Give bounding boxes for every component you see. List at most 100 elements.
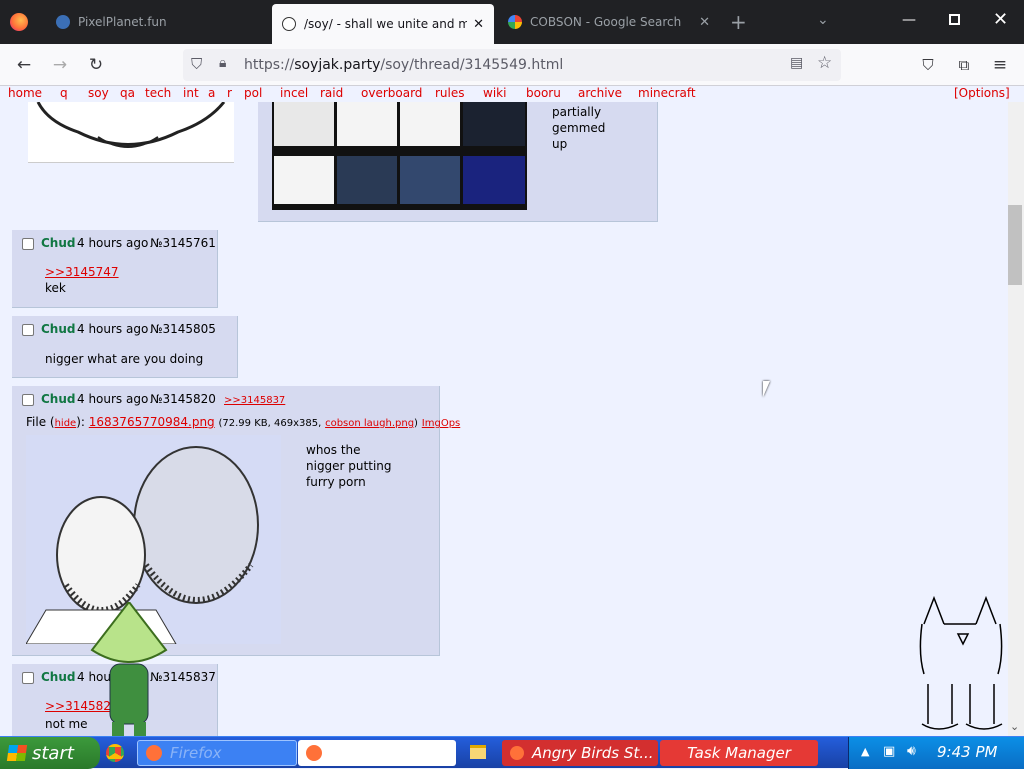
maximize-button[interactable] — [949, 14, 960, 25]
tab-cobson-search[interactable]: COBSON - Google Search ✕ — [498, 0, 720, 44]
post-3145820: Chud 4 hours ago №3145820 >>3145837 File… — [12, 386, 460, 656]
post-number[interactable]: №3145820 — [150, 392, 216, 406]
vertical-scrollbar[interactable] — [1008, 102, 1024, 736]
post-checkbox[interactable] — [22, 672, 34, 684]
file-explorer-icon[interactable] — [470, 745, 486, 759]
nav-pol[interactable]: pol — [244, 86, 262, 100]
chrome-quicklaunch-icon[interactable] — [106, 744, 124, 762]
soyjak-drawing — [36, 102, 226, 148]
file-link[interactable]: 1683765770984.png — [89, 415, 215, 429]
reader-view-icon[interactable]: ▤ — [790, 55, 803, 71]
scroll-down-arrow-icon[interactable]: ⌄ — [1010, 720, 1019, 733]
start-button[interactable]: start — [0, 737, 100, 769]
forward-button[interactable]: → — [48, 53, 72, 77]
post-checkbox[interactable] — [22, 394, 34, 406]
nav-archive[interactable]: archive — [578, 86, 622, 100]
post-time: 4 hours ago — [77, 392, 149, 406]
nav-soy[interactable]: soy — [88, 86, 109, 100]
peridot-desktop-pet[interactable] — [88, 600, 170, 736]
nav-home[interactable]: home — [8, 86, 42, 100]
collage-tile — [400, 102, 460, 146]
tab-list-chevron-icon[interactable]: ⌄ — [817, 12, 829, 28]
poster-name: Chud — [41, 236, 76, 250]
nav-overboard[interactable]: overboard — [361, 86, 422, 100]
close-window-button[interactable]: ✕ — [993, 9, 1008, 30]
taskbar-firefox-window-2[interactable] — [298, 740, 456, 766]
taskbar-task-manager[interactable]: Task Manager — [660, 740, 818, 766]
nav-rules[interactable]: rules — [435, 86, 465, 100]
minimize-button[interactable]: — — [902, 12, 916, 28]
post-message: not me — [45, 717, 88, 731]
back-button[interactable]: ← — [12, 53, 36, 77]
post-number[interactable]: №3145805 — [150, 322, 216, 336]
url-bar[interactable]: ⛉ 🔒︎ https://soyjak.party/soy/thread/314… — [183, 49, 841, 81]
post-message: partially gemmed up — [552, 105, 606, 151]
nav-qa[interactable]: qa — [120, 86, 135, 100]
taskbar-firefox-window-1[interactable]: Firefox — [137, 740, 297, 766]
post-checkbox[interactable] — [22, 324, 34, 336]
firefox-icon[interactable] — [10, 13, 28, 31]
taskbar-angry-birds[interactable]: Angry Birds St... — [502, 740, 658, 766]
ascii-cat-drawing — [919, 595, 1003, 730]
firefox-icon — [146, 745, 162, 761]
tab-soy-thread[interactable]: /soy/ - shall we unite and make ✕ — [272, 4, 494, 44]
nav-a[interactable]: a — [208, 86, 215, 100]
shield-icon[interactable]: ⛉ — [191, 55, 202, 73]
poster-name: Chud — [41, 322, 76, 336]
close-tab-icon[interactable]: ✕ — [699, 15, 710, 30]
nav-raid[interactable]: raid — [320, 86, 343, 100]
extensions-icon[interactable]: ⧉ — [952, 53, 976, 77]
pocket-icon[interactable]: ⛉ — [916, 53, 940, 77]
ascii-cat-widget — [918, 594, 1006, 734]
post-3145761: Chud 4 hours ago №3145761 >>3145747 kek — [12, 230, 218, 308]
collage-tile — [463, 156, 525, 204]
menu-icon[interactable]: ≡ — [988, 53, 1012, 77]
clock[interactable]: 9:43 PM — [937, 743, 997, 761]
bookmark-star-icon[interactable]: ☆ — [817, 53, 832, 73]
tab-pixelplanet[interactable]: PixelPlanet.fun — [46, 0, 266, 44]
close-tab-icon[interactable]: ✕ — [473, 17, 484, 32]
image-collage[interactable] — [272, 102, 527, 210]
board-nav: home q soy qa tech int a r pol incel rai… — [0, 86, 1024, 102]
poster-name: Chud — [41, 392, 76, 406]
google-icon — [508, 15, 522, 29]
thread-content: partially gemmed up Chud 4 hours ago №31… — [0, 102, 1008, 736]
nav-booru[interactable]: booru — [526, 86, 561, 100]
tray-expand-icon[interactable]: ▲ — [861, 745, 869, 758]
partial-soyjak-image[interactable] — [28, 102, 234, 163]
navigation-toolbar: ← → ↻ ⛉ 🔒︎ https://soyjak.party/soy/thre… — [0, 44, 1024, 86]
nav-q[interactable]: q — [60, 86, 68, 100]
scrollbar-thumb[interactable] — [1008, 205, 1022, 285]
file-info: File (hide): 1683765770984.png (72.99 KB… — [26, 415, 461, 429]
taskbar: start Firefox Angry Birds St... Task Man… — [0, 736, 1024, 769]
network-icon[interactable]: ▣ — [883, 744, 895, 759]
original-filename-link[interactable]: cobson laugh.png — [325, 418, 414, 429]
reload-button[interactable]: ↻ — [84, 53, 108, 77]
post-message: whos the nigger putting furry porn — [306, 443, 392, 489]
nav-incel[interactable]: incel — [280, 86, 308, 100]
system-tray: ▲ ▣ 🔊︎ 9:43 PM — [848, 737, 1024, 769]
post-checkbox[interactable] — [22, 238, 34, 250]
post-3145805: Chud 4 hours ago №3145805 nigger what ar… — [12, 316, 238, 378]
post-number[interactable]: №3145761 — [150, 236, 216, 250]
collage-tile — [400, 156, 460, 204]
options-link[interactable]: [Options] — [954, 86, 1010, 100]
backlink[interactable]: >>3145837 — [224, 395, 285, 406]
firefox-icon — [510, 746, 524, 760]
peridot-drawing — [90, 600, 168, 736]
nav-minecraft[interactable]: minecraft — [638, 86, 696, 100]
nav-wiki[interactable]: wiki — [483, 86, 506, 100]
post-message: kek — [45, 281, 66, 295]
post-time: 4 hours ago — [77, 236, 149, 250]
hide-link[interactable]: hide — [55, 418, 77, 429]
new-tab-button[interactable]: + — [730, 10, 747, 34]
imgops-link[interactable]: ImgOps — [422, 418, 460, 429]
nav-r[interactable]: r — [227, 86, 232, 100]
globe-icon — [56, 15, 70, 29]
volume-icon[interactable]: 🔊︎ — [907, 743, 916, 759]
nav-tech[interactable]: tech — [145, 86, 171, 100]
quote-link[interactable]: >>3145747 — [45, 265, 119, 279]
lock-icon[interactable]: 🔒︎ — [219, 55, 226, 71]
collage-tile — [337, 102, 397, 146]
nav-int[interactable]: int — [183, 86, 199, 100]
